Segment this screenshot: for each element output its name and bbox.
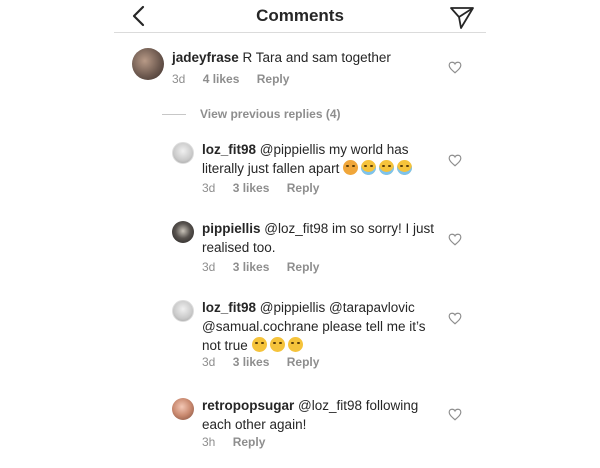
divider-line	[162, 113, 186, 115]
heart-icon[interactable]	[448, 61, 462, 74]
comment-text: jadeyfrase R Tara and sam together	[172, 48, 442, 67]
pensive-face-icon	[287, 337, 303, 352]
reply-button[interactable]: Reply	[233, 435, 266, 449]
reply-time: 3d	[202, 355, 216, 369]
page-title: Comments	[256, 6, 344, 25]
paper-plane-icon[interactable]	[448, 3, 476, 31]
pensive-face-icon	[269, 337, 285, 352]
comment-item: jadeyfrase R Tara and sam together 3d 4 …	[114, 44, 486, 94]
reply-likes[interactable]: 3 likes	[233, 355, 270, 369]
reply-meta: 3d 3 likes Reply	[202, 355, 333, 369]
reply-likes[interactable]: 3 likes	[233, 181, 270, 195]
reply-item: loz_fit98 @pippiellis my world has liter…	[114, 140, 486, 200]
reply-item: loz_fit98 @pippiellis @tarapavlovic @sam…	[114, 298, 486, 373]
comment-meta: 3d 4 likes Reply	[172, 72, 303, 86]
header-bar: Comments	[114, 0, 486, 33]
view-previous-label: View previous replies (4)	[200, 107, 341, 121]
reply-button[interactable]: Reply	[257, 72, 290, 86]
reply-time: 3d	[202, 260, 216, 274]
reply-meta: 3d 3 likes Reply	[202, 260, 333, 274]
reply-text: retropopsugar @loz_fit98 following each …	[202, 396, 447, 434]
heart-icon[interactable]	[448, 233, 462, 246]
heart-icon[interactable]	[448, 408, 462, 421]
angry-face-icon	[343, 160, 359, 175]
avatar[interactable]	[172, 142, 194, 164]
reply-meta: 3d 3 likes Reply	[202, 181, 333, 195]
comment-username[interactable]: jadeyfrase	[172, 50, 239, 65]
heart-icon[interactable]	[448, 312, 462, 325]
heart-icon[interactable]	[448, 154, 462, 167]
reply-username[interactable]: retropopsugar	[202, 398, 294, 413]
reply-item: pippiellis @loz_fit98 im so sorry! I jus…	[114, 219, 486, 279]
avatar[interactable]	[132, 48, 164, 80]
reply-username[interactable]: pippiellis	[202, 221, 261, 236]
comment-body: R Tara and sam together	[238, 50, 391, 65]
comments-screen: Comments jadeyfrase R Tara and sam toget…	[114, 0, 486, 468]
reply-username[interactable]: loz_fit98	[202, 300, 256, 315]
reply-time: 3h	[202, 435, 216, 449]
crying-face-icon	[379, 160, 395, 175]
pensive-face-icon	[251, 337, 267, 352]
crying-face-icon	[361, 160, 377, 175]
view-previous-replies-button[interactable]: View previous replies (4)	[162, 107, 341, 121]
avatar[interactable]	[172, 398, 194, 420]
crying-face-icon	[397, 160, 413, 175]
reply-text: loz_fit98 @pippiellis my world has liter…	[202, 140, 447, 178]
reply-button[interactable]: Reply	[287, 355, 320, 369]
reply-time: 3d	[202, 181, 216, 195]
comment-likes[interactable]: 4 likes	[203, 72, 240, 86]
avatar[interactable]	[172, 300, 194, 322]
comment-time: 3d	[172, 72, 186, 86]
reply-text: loz_fit98 @pippiellis @tarapavlovic @sam…	[202, 298, 447, 355]
reply-text: pippiellis @loz_fit98 im so sorry! I jus…	[202, 219, 447, 257]
avatar[interactable]	[172, 221, 194, 243]
reply-button[interactable]: Reply	[287, 260, 320, 274]
reply-button[interactable]: Reply	[287, 181, 320, 195]
reply-meta: 3h Reply	[202, 435, 279, 449]
reply-likes[interactable]: 3 likes	[233, 260, 270, 274]
reply-item: retropopsugar @loz_fit98 following each …	[114, 396, 486, 456]
reply-username[interactable]: loz_fit98	[202, 142, 256, 157]
